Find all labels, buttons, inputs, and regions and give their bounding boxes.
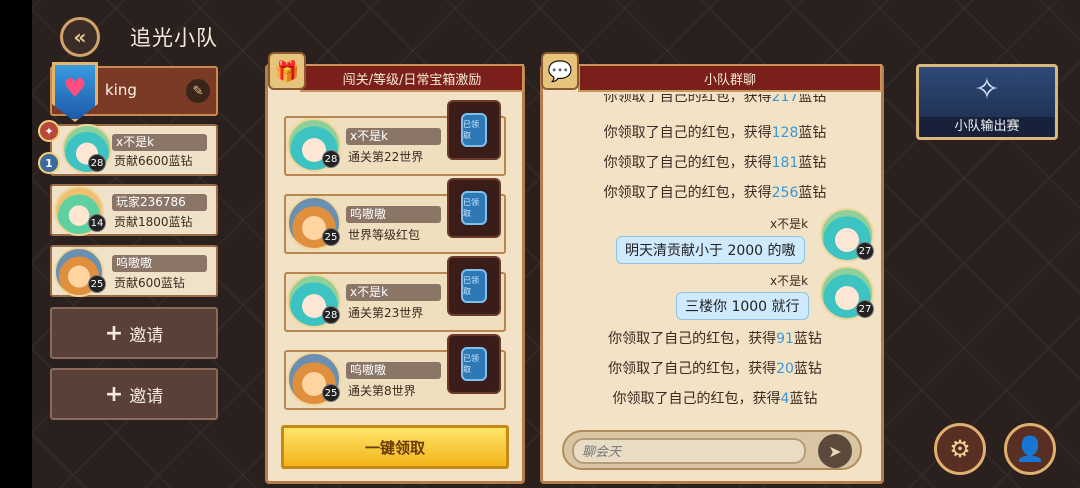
invite-button[interactable]: + 邀请 — [50, 307, 218, 359]
plus-icon: + — [104, 381, 124, 407]
rewards-panel-title: 闯关/等级/日常宝箱激励 — [300, 64, 524, 92]
member-name: 呜嗷嗷 — [112, 255, 207, 272]
chat-bubble: 明天清贡献小于 2000 的嗷 — [616, 236, 805, 264]
member-name: x不是k — [112, 134, 207, 151]
level-badge: 28 — [322, 306, 340, 324]
level-badge: 14 — [88, 214, 106, 232]
reward-sender: 呜嗷嗷 — [346, 362, 441, 379]
system-message: 你领取了自己的红包，获得128蓝钻 — [603, 125, 827, 141]
invite-label: 邀请 — [129, 325, 164, 346]
level-badge: 27 — [856, 300, 874, 318]
reward-desc: 通关第23世界 — [348, 306, 424, 320]
contest-label: 小队输出赛 — [920, 117, 1054, 137]
claimed-gem-icon: 已领取 — [461, 347, 487, 381]
system-message: 你领取了自己的红包，获得256蓝钻 — [603, 185, 827, 201]
chat-sender: x不是k — [770, 274, 809, 288]
system-message: 你领取了自己的红包，获得181蓝钻 — [603, 155, 827, 171]
level-badge: 28 — [322, 150, 340, 168]
reward-desc: 通关第8世界 — [348, 384, 416, 398]
reward-chest[interactable]: 已领取 — [447, 334, 501, 394]
reward-desc: 世界等级红包 — [348, 228, 421, 242]
system-message: 你领取了自己的红包，获得4蓝钻 — [612, 391, 818, 407]
rank-medal-icon: 1 — [38, 152, 60, 174]
system-message: 你领取了自己的红包，获得91蓝钻 — [608, 331, 822, 347]
left-strip — [0, 0, 32, 488]
self-name: king — [105, 81, 137, 99]
plus-icon: + — [104, 320, 124, 346]
edit-icon[interactable]: ✎ — [186, 79, 210, 103]
reward-sender: 呜嗷嗷 — [346, 206, 441, 223]
member-contribution: 贡献1800蓝钻 — [114, 215, 193, 229]
add-member-icon[interactable]: 👤 — [1004, 423, 1056, 475]
back-arrow-icon: « — [73, 25, 87, 49]
chat-sender: x不是k — [770, 217, 809, 231]
level-badge: 25 — [322, 384, 340, 402]
claim-all-button[interactable]: 一键领取 — [281, 425, 509, 469]
level-badge: 25 — [322, 228, 340, 246]
claimed-gem-icon: 已领取 — [461, 191, 487, 225]
back-button[interactable]: « — [60, 17, 100, 57]
gift-icon: 🎁 — [268, 52, 306, 90]
reward-chest[interactable]: 已领取 — [447, 100, 501, 160]
chat-panel-title: 小队群聊 — [578, 64, 882, 92]
page-title: 追光小队 — [130, 26, 218, 50]
system-message: 你领取了自己的红包，获得217蓝钻 — [603, 94, 827, 105]
invite-button[interactable]: + 邀请 — [50, 368, 218, 420]
member-contribution: 贡献600蓝钻 — [114, 276, 185, 290]
claimed-gem-icon: 已领取 — [461, 113, 487, 147]
level-badge: 28 — [88, 154, 106, 172]
member-name: 玩家236786 — [112, 194, 207, 211]
reward-desc: 通关第22世界 — [348, 150, 424, 164]
system-message: 你领取了自己的红包，获得20蓝钻 — [608, 361, 822, 377]
reward-sender: x不是k — [346, 128, 441, 145]
team-rank-icon: ✦ — [38, 120, 60, 142]
chat-input[interactable] — [572, 438, 806, 464]
claimed-gem-icon: 已领取 — [461, 269, 487, 303]
member-contribution: 贡献6600蓝钻 — [114, 154, 193, 168]
gear-icon[interactable]: ⚙ — [934, 423, 986, 475]
chat-bubble-icon: 💬 — [541, 52, 579, 90]
send-icon[interactable]: ➤ — [818, 434, 852, 468]
reward-chest[interactable]: 已领取 — [447, 178, 501, 238]
level-badge: 25 — [88, 275, 106, 293]
level-badge: 27 — [856, 242, 874, 260]
reward-chest[interactable]: 已领取 — [447, 256, 501, 316]
contest-emblem-icon: ✧ — [974, 72, 1000, 107]
invite-label: 邀请 — [129, 386, 164, 407]
reward-sender: x不是k — [346, 284, 441, 301]
chat-bubble: 三楼你 1000 就行 — [676, 292, 809, 320]
